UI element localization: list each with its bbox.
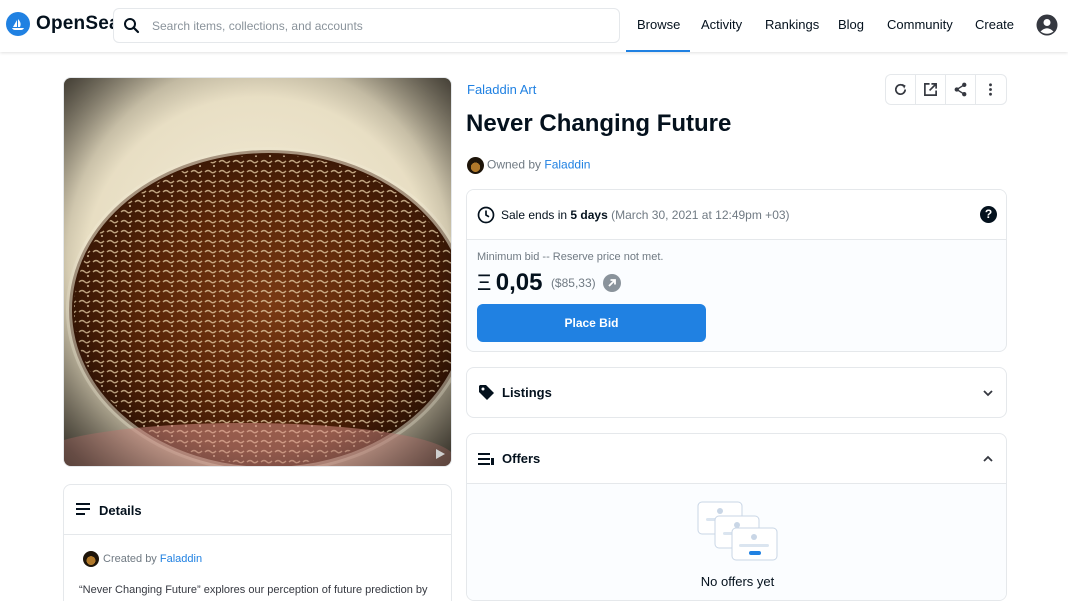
owned-by: Owned by Faladdin (467, 157, 590, 174)
sale-ends-text: Sale ends in 5 days (March 30, 2021 at 1… (501, 208, 790, 222)
price-usd: ($85,33) (550, 276, 596, 290)
listings-title: Listings (502, 385, 552, 400)
nav-rankings[interactable]: Rankings (765, 17, 819, 32)
details-panel: Details Created by Faladdin “Never Chang… (63, 484, 452, 601)
owned-by-label: Owned by (487, 157, 542, 172)
nav-browse[interactable]: Browse (637, 17, 680, 32)
account-icon[interactable] (1036, 14, 1058, 36)
sale-duration: 5 days (570, 208, 608, 222)
item-title: Never Changing Future (466, 110, 732, 137)
tag-icon (479, 385, 494, 400)
opensea-logo-icon[interactable] (6, 12, 30, 36)
no-offers-text: No offers yet (700, 574, 775, 589)
owner-link[interactable]: Faladdin (544, 158, 590, 172)
play-icon[interactable] (434, 448, 446, 460)
open-external-button[interactable] (916, 75, 946, 104)
details-header[interactable]: Details (64, 485, 451, 535)
empty-offers-illustration (697, 501, 778, 561)
sale-ends-label: Sale ends in (501, 208, 568, 222)
refresh-icon (895, 83, 907, 95)
details-title: Details (99, 503, 142, 518)
search-icon (124, 18, 140, 34)
chevron-down-icon[interactable] (982, 387, 994, 399)
list-icon (478, 453, 494, 465)
owner-avatar[interactable] (467, 157, 484, 174)
help-icon[interactable]: ? (980, 206, 997, 223)
top-nav-bar: OpenSea Browse Activity Rankings Blog Co… (0, 0, 1068, 52)
item-actions-group (885, 74, 1007, 105)
offers-header[interactable]: Offers (467, 434, 1006, 484)
offers-title: Offers (502, 451, 541, 466)
nav-active-indicator (626, 50, 690, 52)
price-value: 0,05 (495, 269, 543, 296)
nav-blog[interactable]: Blog (838, 17, 864, 32)
more-options-button[interactable] (976, 75, 1006, 104)
trade-station: Sale ends in 5 days (March 30, 2021 at 1… (466, 189, 1007, 352)
sale-timer: Sale ends in 5 days (March 30, 2021 at 1… (467, 190, 1006, 240)
created-by-label: Created by (103, 552, 157, 565)
nav-activity[interactable]: Activity (701, 17, 742, 32)
search-input[interactable] (152, 15, 612, 37)
nav-community[interactable]: Community (887, 17, 953, 32)
created-by: Created by Faladdin (83, 551, 202, 567)
offers-panel: Offers No offers yet (466, 433, 1007, 601)
eth-icon: Ξ (477, 270, 492, 295)
search-bar[interactable] (113, 8, 620, 43)
offers-empty-state: No offers yet (467, 484, 1006, 600)
clock-icon (477, 206, 495, 224)
brand-name[interactable]: OpenSea (36, 13, 120, 35)
creator-avatar[interactable] (83, 551, 99, 567)
minimum-bid-label: Minimum bid -- Reserve price not met. (477, 251, 664, 263)
listings-panel[interactable]: Listings (466, 367, 1007, 418)
nft-image-card[interactable] (63, 77, 452, 467)
share-icon (954, 82, 967, 97)
nav-create[interactable]: Create (975, 17, 1014, 32)
item-description: “Never Changing Future” explores our per… (79, 584, 428, 596)
nft-artwork-image (64, 78, 451, 466)
more-vert-icon (989, 83, 993, 96)
external-link-icon (924, 83, 937, 96)
place-bid-button[interactable]: Place Bid (477, 304, 706, 342)
price-row: Ξ 0,05 ($85,33) (477, 269, 622, 297)
creator-link[interactable]: Faladdin (160, 553, 202, 565)
refresh-button[interactable] (886, 75, 916, 104)
sale-end-date: (March 30, 2021 at 12:49pm +03) (611, 208, 790, 222)
chevron-up-icon[interactable] (982, 453, 994, 465)
arrow-up-right-icon[interactable] (603, 274, 622, 292)
share-button[interactable] (946, 75, 976, 104)
details-list-icon (76, 503, 90, 515)
collection-link[interactable]: Faladdin Art (467, 82, 536, 97)
